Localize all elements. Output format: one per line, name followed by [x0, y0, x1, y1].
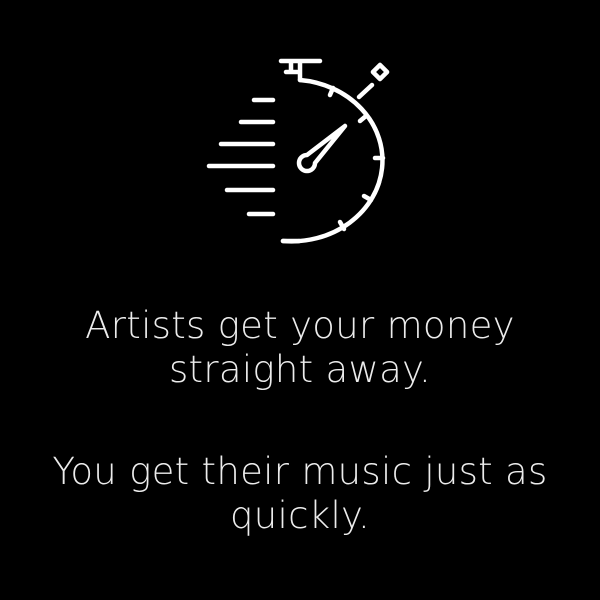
message-music-delivery: You get their music just as quickly.	[0, 450, 600, 538]
stopwatch-speed-icon	[200, 40, 400, 255]
page: Artists get your money straight away. Yo…	[0, 0, 600, 600]
message-line: quickly.	[229, 494, 371, 537]
message-line: straight away.	[168, 348, 432, 391]
message-line: You get their music just as	[52, 450, 548, 493]
message-artists-paid: Artists get your money straight away.	[0, 304, 600, 392]
message-line: Artists get your money	[85, 304, 515, 347]
